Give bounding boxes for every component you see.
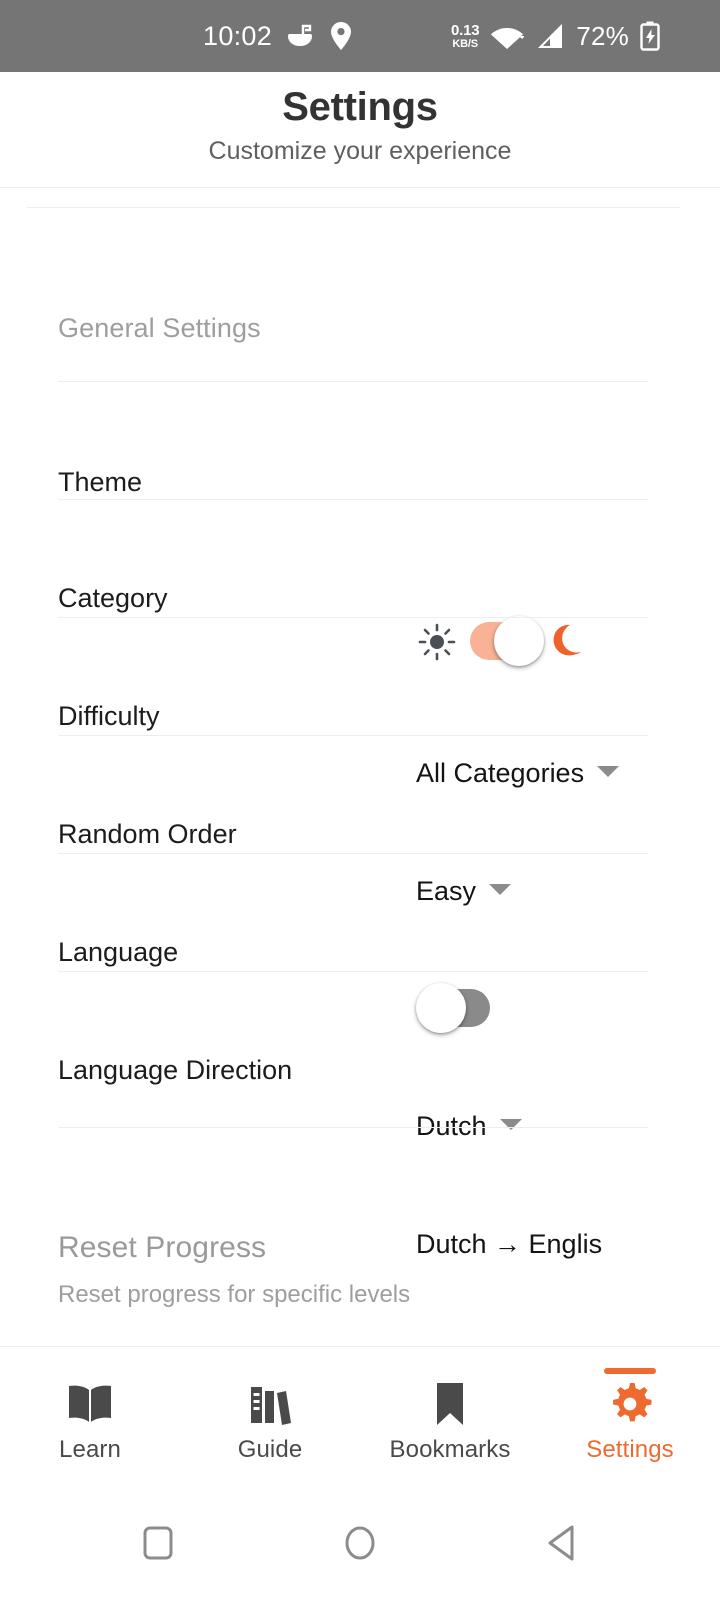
page-header: Settings Customize your experience [0, 72, 720, 188]
row-label-language-direction: Language Direction [58, 1055, 293, 1085]
section-title-reset: Reset Progress [58, 1231, 267, 1264]
page-title: Settings [282, 85, 438, 129]
bowl-icon [286, 23, 316, 49]
language-direction-value-cell[interactable]: Dutch → Englis [416, 1222, 648, 1266]
status-bar-right: 0.13 KB/S 72% [451, 21, 660, 52]
divider-after-difficulty [58, 735, 648, 736]
section-subtitle-reset: Reset progress for specific levels [58, 1281, 411, 1308]
battery-percent-label: 72% [576, 20, 629, 51]
network-speed-unit: KB/S [452, 37, 478, 50]
language-direction-value: Dutch → Englis [416, 1228, 603, 1259]
circle-home-icon[interactable] [330, 1513, 390, 1573]
row-label-category: Category [58, 583, 168, 613]
divider-after-category [58, 617, 648, 618]
bottom-navigation: Learn Guide Bookmarks Settings [0, 1346, 720, 1486]
nav-label-guide: Guide [237, 1436, 303, 1463]
row-random-order[interactable]: Random Order [0, 775, 720, 883]
section-title-general: General Settings [58, 313, 261, 343]
gear-icon [607, 1378, 653, 1430]
square-recents-icon[interactable] [128, 1513, 188, 1573]
divider-after-language-direction [58, 1127, 648, 1128]
chevron-down-icon [499, 1119, 522, 1130]
location-pin-icon [330, 21, 352, 51]
row-label-difficulty: Difficulty [58, 701, 160, 731]
bookmark-icon [430, 1378, 470, 1430]
status-bar-clock: 10:02 [203, 20, 273, 51]
nav-label-learn: Learn [59, 1436, 121, 1463]
triangle-back-icon[interactable] [532, 1513, 592, 1573]
status-bar: 10:02 0.13 KB/S 72% [0, 0, 720, 72]
nav-item-bookmarks[interactable]: Bookmarks [360, 1347, 540, 1487]
row-label-theme: Theme [58, 467, 143, 497]
row-label-random-order: Random Order [58, 819, 237, 849]
status-bar-left: 10:02 [203, 21, 352, 52]
active-tab-indicator [604, 1368, 656, 1374]
row-difficulty[interactable]: Difficulty [0, 657, 720, 765]
row-label-language: Language [58, 937, 179, 967]
divider-after-random-order [58, 853, 648, 854]
bookshelf-icon [246, 1378, 294, 1430]
row-category[interactable]: Category [0, 539, 720, 647]
settings-screen: 10:02 0.13 KB/S 72% Settings Customize y… [0, 0, 720, 1600]
nav-item-settings[interactable]: Settings [540, 1347, 720, 1487]
divider-below-general-header [58, 381, 648, 382]
nav-label-settings: Settings [586, 1436, 674, 1463]
nav-label-bookmarks: Bookmarks [389, 1436, 511, 1463]
android-system-nav [0, 1486, 720, 1600]
nav-item-learn[interactable]: Learn [0, 1347, 180, 1487]
network-speed-indicator: 0.13 KB/S [450, 21, 480, 50]
divider-after-theme [58, 499, 648, 500]
row-language[interactable]: Language [0, 893, 720, 1001]
content-top-divider [27, 207, 680, 208]
open-book-icon [65, 1378, 115, 1430]
nav-item-guide[interactable]: Guide [180, 1347, 360, 1487]
row-theme[interactable]: Theme [0, 421, 720, 529]
battery-charging-icon [640, 21, 660, 51]
wifi-icon [490, 22, 525, 50]
row-language-direction[interactable]: Language Direction [0, 1011, 720, 1119]
cellular-signal-icon [535, 22, 565, 50]
network-speed-value: 0.13 [450, 21, 480, 39]
divider-after-language [58, 971, 648, 972]
page-subtitle: Customize your experience [208, 137, 512, 165]
settings-content: General Settings Theme Category All Cate… [0, 189, 720, 1346]
